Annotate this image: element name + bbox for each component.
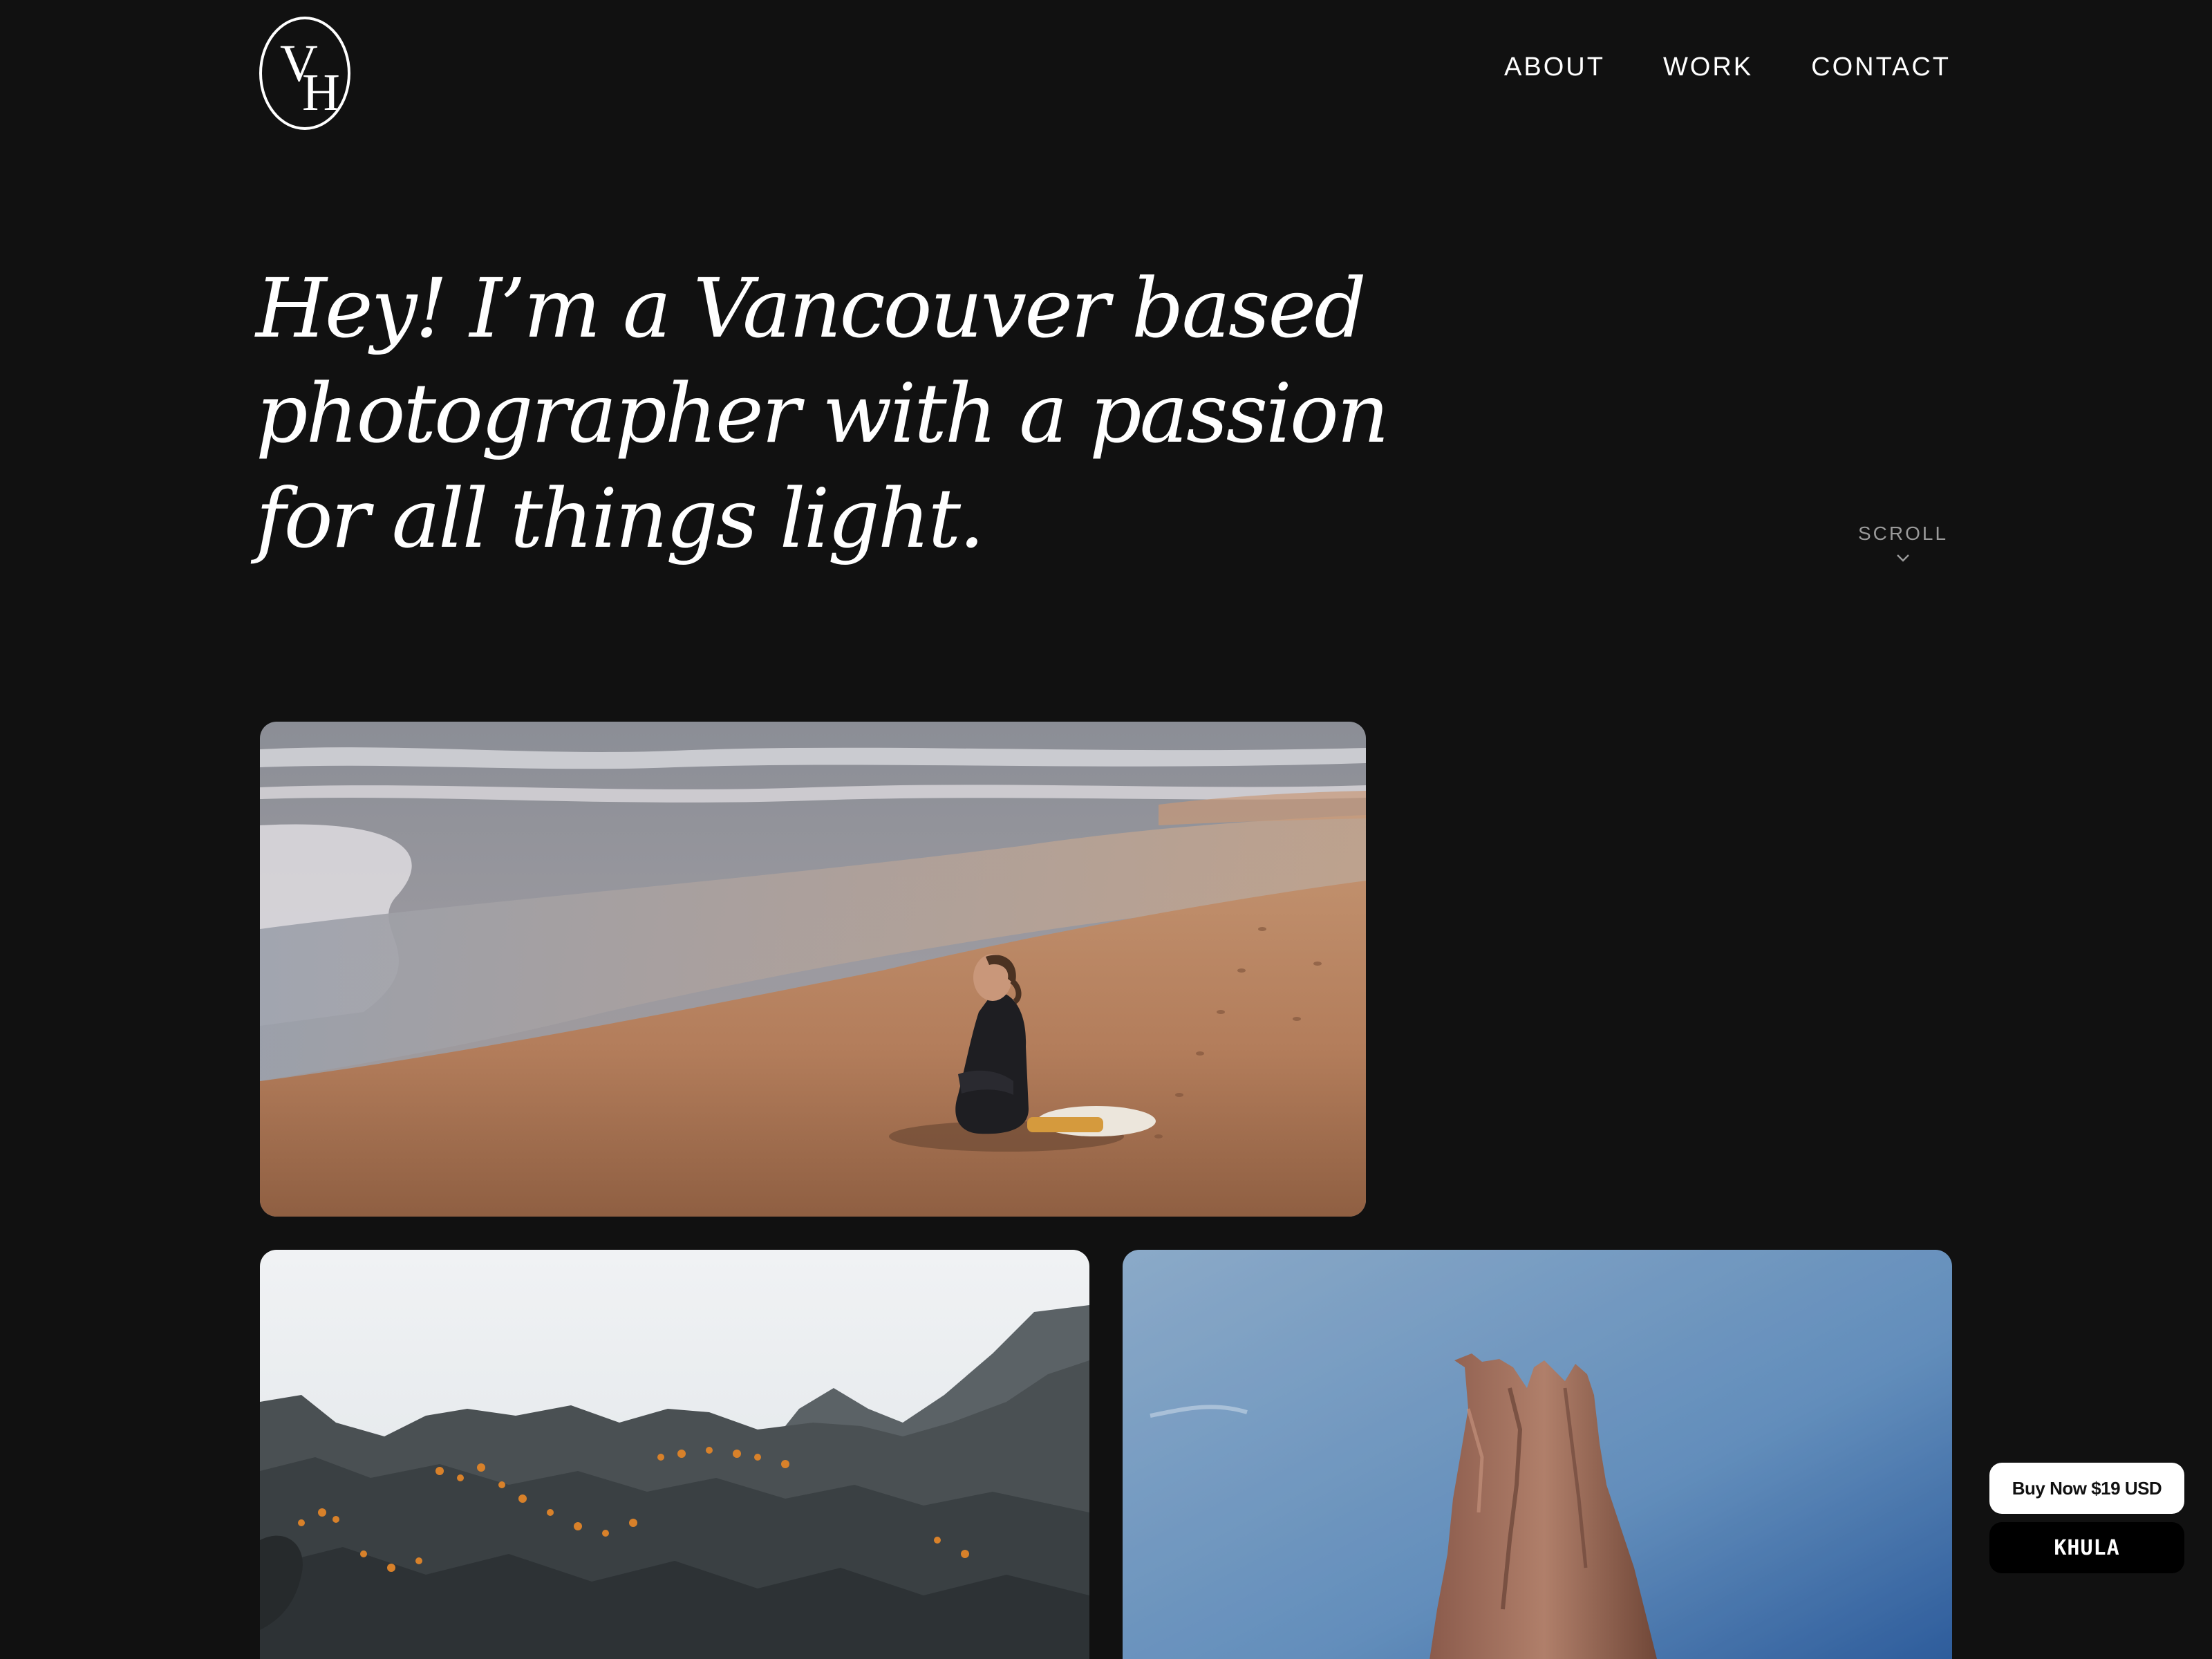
nav-contact-link[interactable]: CONTACT: [1811, 54, 1951, 80]
rock-image: [1123, 1250, 1952, 1659]
scroll-label: SCROLL: [1858, 523, 1949, 544]
nav-about-link[interactable]: ABOUT: [1504, 54, 1605, 80]
nav-work-link[interactable]: WORK: [1663, 54, 1753, 80]
buy-now-button[interactable]: Buy Now $19 USD: [1989, 1463, 2184, 1514]
page: V H ABOUT WORK CONTACT Hey! I’m a Vancou…: [0, 0, 2212, 1659]
chevron-down-icon: [1897, 554, 1909, 562]
scroll-hint[interactable]: SCROLL: [1858, 524, 1948, 563]
main-nav: ABOUT WORK CONTACT: [1504, 54, 1951, 80]
hero-headline: Hey! I’m a Vancouver based photographer …: [256, 261, 1389, 566]
photo-beach[interactable]: [260, 722, 1366, 1217]
khula-badge[interactable]: KHULA: [1989, 1522, 2184, 1573]
mountain-image: [260, 1250, 1089, 1659]
logo-letter-h: H: [302, 64, 340, 122]
logo[interactable]: V H: [259, 17, 350, 130]
photo-rock[interactable]: [1123, 1250, 1952, 1659]
photo-mountain[interactable]: [260, 1250, 1089, 1659]
beach-image: [260, 722, 1366, 1217]
